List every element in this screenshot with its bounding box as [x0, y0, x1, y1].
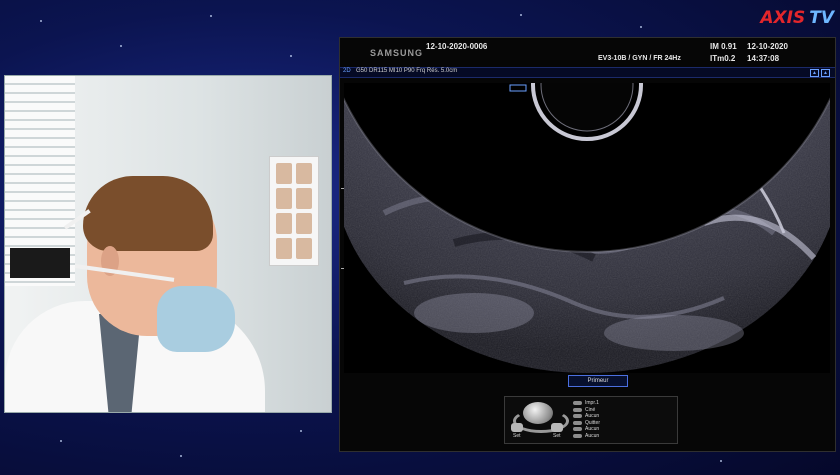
camera-feed: [4, 75, 332, 413]
ultrasound-image[interactable]: [344, 83, 830, 373]
thermal-index: ITm0.2: [710, 54, 736, 63]
trackball-control-panel: Set Set Impr.1 Ciné Aucun Quitter Aucun …: [504, 396, 678, 444]
set-right-button[interactable]: [551, 423, 563, 432]
ultrasound-header: SAMSUNG 12-10-2020-0006 EV3-10B / GYN / …: [340, 38, 835, 66]
exam-date: 12-10-2020: [747, 42, 788, 51]
logo-brand: AXIS: [760, 8, 806, 28]
probe-info: EV3-10B / GYN / FR 24Hz: [598, 55, 681, 62]
ultrasound-brand: SAMSUNG: [370, 48, 424, 58]
mode-label[interactable]: 2D: [343, 68, 351, 74]
mechanical-index: IM 0.91: [710, 42, 737, 51]
exam-time: 14:37:08: [747, 54, 780, 63]
menu-item[interactable]: Aucun: [573, 433, 600, 440]
params-bar: 2D G50 DR115 MI10 P90 Frq Rés. 5.0cm ▲ ▲: [340, 67, 835, 78]
channel-logo: AXIS TV: [760, 8, 834, 28]
orientation-icon[interactable]: ▲: [821, 69, 830, 77]
set-left-label: Set: [513, 433, 521, 439]
ultrasound-screen: SAMSUNG 12-10-2020-0006 EV3-10B / GYN / …: [339, 37, 836, 452]
trackball-icon[interactable]: [523, 402, 553, 424]
logo-suffix: TV: [809, 8, 834, 28]
softkey-menu: Impr.1 Ciné Aucun Quitter Aucun Aucun: [573, 400, 600, 439]
preset-button[interactable]: Primeur: [568, 375, 628, 387]
imaging-params: G50 DR115 MI10 P90 Frq Rés. 5.0cm: [356, 68, 458, 74]
surgical-mask: [157, 286, 235, 352]
set-right-label: Set: [553, 433, 561, 439]
zoom-icon[interactable]: ▲: [810, 69, 819, 77]
set-left-button[interactable]: [511, 423, 523, 432]
wall-poster: [269, 156, 319, 266]
patient-id: 12-10-2020-0006: [426, 42, 488, 51]
